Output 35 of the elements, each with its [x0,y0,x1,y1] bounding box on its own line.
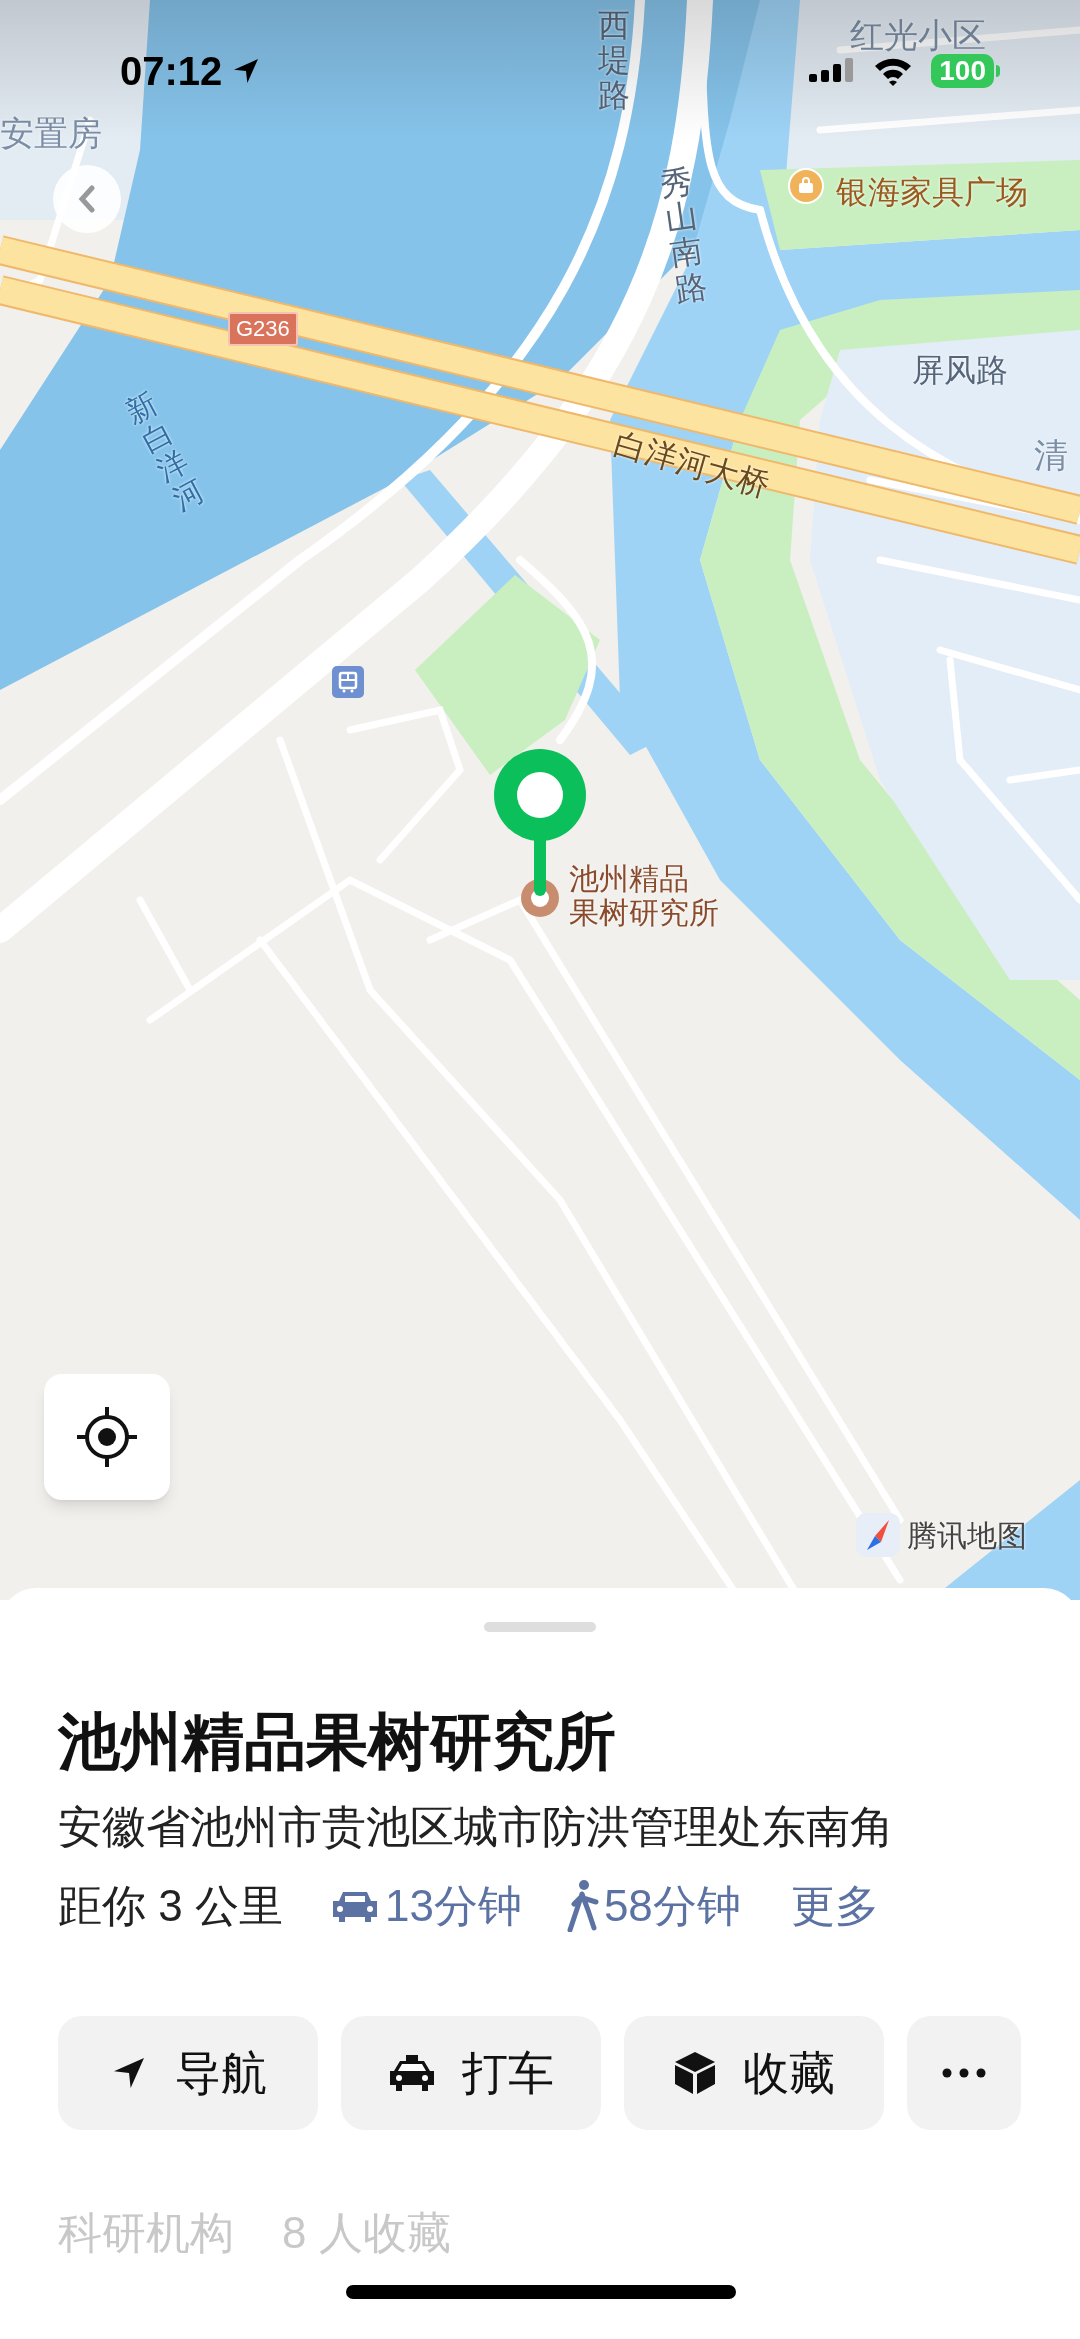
drive-time[interactable]: 13分钟 [384,1878,522,1934]
walking-person-icon [565,1880,600,1932]
wifi-icon [873,56,914,86]
place-label: 果树研究所 [569,896,719,930]
road-label: 屏风路 [912,351,1008,390]
status-time: 07:12 [120,48,223,95]
area-label: 红光小区 [850,15,986,56]
compass-logo-icon [855,1512,901,1558]
place-address: 安徽省池州市贵池区城市防洪管理处东南角 [58,1801,895,1853]
distance-text: 距你 3 公里 [58,1880,283,1932]
more-link[interactable]: 更多 [790,1878,879,1934]
car-icon [330,1889,379,1923]
battery-level: 100 [931,54,994,88]
locate-button[interactable] [44,1374,170,1500]
locate-icon [75,1405,139,1469]
taxi-icon [388,2053,436,2093]
drag-handle[interactable] [484,1622,596,1632]
place-label: 池州精品 [569,862,690,896]
taxi-button[interactable]: 打车 [341,2016,601,2130]
navigate-button[interactable]: 导航 [58,2016,318,2130]
river-label: 新白洋河 [120,385,210,517]
chevron-left-icon [76,185,98,213]
favorite-button[interactable]: 收藏 [624,2016,884,2130]
shop-label: 银海家具广场 [836,173,1028,212]
place-title: 池州精品果树研究所 [58,1706,617,1778]
area-label: 清 [1034,435,1068,476]
area-label: 安置房 [0,113,102,154]
map-attribution: 腾讯地图 [907,1517,1027,1554]
highway-shield: G236 [228,312,298,346]
cube-icon [673,2050,717,2096]
walk-time[interactable]: 58分钟 [603,1878,741,1934]
bridge-label: 白洋河大桥 [609,423,775,506]
bus-stop-icon [332,666,364,698]
more-dots-icon [942,2068,986,2078]
road-label: 秀山南路 [658,163,710,308]
